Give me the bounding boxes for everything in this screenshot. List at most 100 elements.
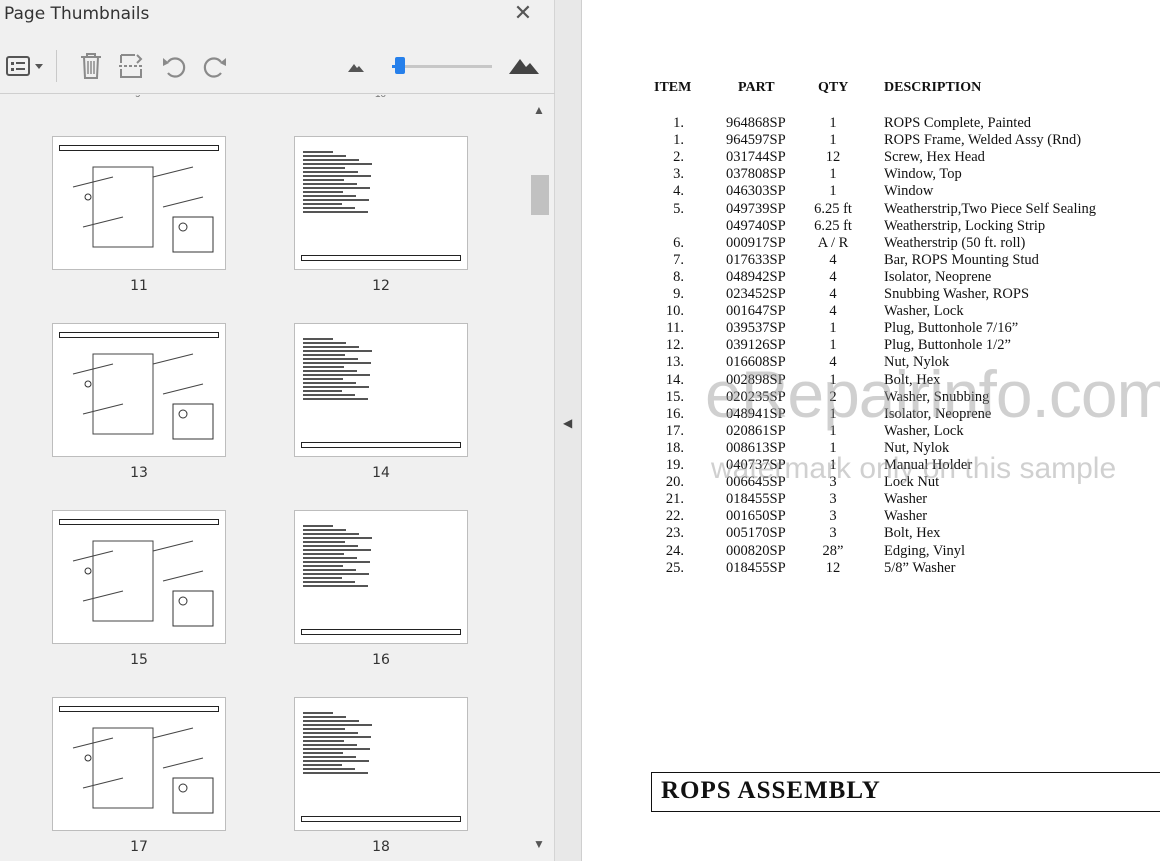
item-number: 22.	[665, 508, 684, 525]
part-description: Washer	[884, 491, 928, 508]
item-number: 14.	[665, 371, 684, 388]
large-mountain-icon	[509, 59, 539, 74]
thumbnail-options-button[interactable]	[4, 50, 46, 82]
small-mountain-icon	[348, 64, 364, 72]
item-number: 11.	[666, 320, 684, 337]
part-description: Screw, Hex Head	[884, 149, 985, 166]
zoom-out-button[interactable]	[344, 50, 368, 82]
item-number: 16.	[665, 405, 684, 422]
pdf-viewer: Page Thumbnails ✕ 11 12 13 14 15 16 17 1…	[0, 0, 1160, 861]
close-panel-button[interactable]: ✕	[512, 2, 534, 25]
parts-row: 8. 048942SP 4 Isolator, Neoprene	[583, 269, 1160, 286]
part-description: ROPS Complete, Painted	[884, 115, 1032, 131]
page-thumbnail[interactable]	[294, 136, 468, 270]
item-number: 7.	[673, 251, 684, 268]
parts-row: 2. 031744SP 12 Screw, Hex Head	[583, 149, 1160, 166]
thumbnail-page-number: 12	[372, 278, 390, 294]
rotate-clockwise-icon	[203, 57, 226, 78]
quantity: 12	[825, 559, 841, 576]
parts-row: 24. 000820SP 28” Edging, Vinyl	[583, 543, 1160, 560]
rotate-left-button[interactable]	[158, 50, 190, 82]
scrollbar-thumb[interactable]	[531, 175, 549, 215]
page-thumbnail[interactable]	[52, 323, 226, 457]
quantity: 1	[829, 115, 837, 131]
parts-row: 25. 018455SP 12 5/8” Washer	[583, 560, 1160, 577]
part-description: Weatherstrip (50 ft. roll)	[884, 234, 1026, 251]
parts-row: 6. 000917SP A / R Weatherstrip (50 ft. roll…	[583, 235, 1160, 252]
part-description: Bolt, Hex	[884, 525, 941, 542]
panel-title: Page Thumbnails	[4, 4, 150, 24]
part-description: Plug, Buttonhole 1/2”	[884, 337, 1011, 354]
item-number: 3.	[673, 166, 684, 183]
item-number: 2.	[673, 149, 684, 166]
document-page: ITEM PART QTY DESCRIPTION 1. 964868SP 1 ROP…	[583, 0, 1160, 861]
page-thumbnail[interactable]	[294, 697, 468, 831]
quantity: 4	[829, 286, 837, 302]
parts-row: 12. 039126SP 1 Plug, Buttonhole 1/2”	[583, 337, 1160, 354]
quantity: 4	[829, 303, 837, 320]
header-qty: QTY	[818, 80, 849, 95]
part-description: Weatherstrip,Two Piece Self Sealing	[884, 200, 1097, 217]
thumbnail-page-number: 18	[372, 839, 390, 855]
panel-splitter[interactable]: ◀	[555, 0, 582, 861]
item-number: 24.	[665, 542, 684, 559]
quantity: 3	[829, 525, 837, 542]
page-thumbnail[interactable]	[294, 323, 468, 457]
quantity: 1	[829, 166, 837, 183]
header-item: ITEM	[654, 80, 692, 95]
quantity: 1	[829, 132, 837, 149]
item-number: 18.	[665, 439, 684, 456]
thumbnail-toolbar	[0, 40, 555, 94]
slider-handle[interactable]	[395, 57, 405, 74]
page-thumbnail[interactable]	[52, 136, 226, 270]
trash-icon	[81, 53, 101, 79]
parts-row: 11. 039537SP 1 Plug, Buttonhole 7/16”	[583, 320, 1160, 337]
quantity: A / R	[817, 234, 849, 251]
watermark-text: eRepairinfo.com	[705, 357, 1160, 431]
extract-pages-icon	[119, 54, 143, 78]
part-description: Plug, Buttonhole 7/16”	[884, 320, 1019, 337]
parts-row: 21. 018455SP 3 Washer	[583, 491, 1160, 508]
toolbar-separator	[56, 50, 57, 82]
thumbnail-list: 9 10 11 12 13 14 15 16 17 18	[0, 95, 530, 861]
scroll-up-arrow[interactable]: ▲	[533, 103, 545, 117]
page-thumbnail[interactable]	[52, 697, 226, 831]
scroll-down-arrow[interactable]: ▼	[533, 837, 545, 851]
parts-row: 23. 005170SP 3 Bolt, Hex	[583, 525, 1160, 542]
thumbnail-page-number: 15	[130, 652, 148, 668]
parts-row: 1. 964868SP 1 ROPS Complete, Painted	[583, 115, 1160, 132]
part-description: Window, Top	[884, 166, 962, 183]
parts-row: 10. 001647SP 4 Washer, Lock	[583, 303, 1160, 320]
zoom-in-button[interactable]	[506, 50, 542, 82]
part-description: ROPS Frame, Welded Assy (Rnd)	[884, 132, 1082, 149]
collapse-panel-arrow[interactable]: ◀	[563, 416, 572, 430]
thumbnail-options-icon	[6, 56, 43, 76]
thumbnail-partial-number: 10	[375, 95, 386, 100]
page-thumbnail[interactable]	[294, 510, 468, 644]
thumbnail-page-number: 16	[372, 652, 390, 668]
quantity: 4	[829, 251, 837, 268]
part-description: Washer	[884, 508, 928, 525]
rotate-right-button[interactable]	[199, 50, 231, 82]
thumbnail-size-slider[interactable]	[392, 57, 492, 74]
part-description: Edging, Vinyl	[884, 542, 966, 559]
header-description: DESCRIPTION	[884, 80, 982, 95]
part-description: Bar, ROPS Mounting Stud	[884, 251, 1039, 268]
parts-row: 5. 049739SP 6.25 ft Weatherstrip,Two Piece …	[583, 201, 1160, 218]
delete-pages-button[interactable]	[76, 50, 106, 82]
item-number: 1.	[673, 115, 684, 131]
part-description: Window	[884, 183, 934, 200]
quantity: 3	[829, 508, 837, 525]
extract-pages-button[interactable]	[116, 50, 146, 82]
page-thumbnail[interactable]	[52, 510, 226, 644]
item-number: 12.	[665, 337, 684, 354]
item-number: 10.	[665, 303, 684, 320]
item-number: 6.	[673, 234, 684, 251]
part-description: 5/8” Washer	[884, 559, 956, 576]
thumbnail-scrollbar[interactable]: ▲ ▼	[530, 95, 550, 861]
item-number: 9.	[673, 286, 684, 302]
page-thumbnails-panel: Page Thumbnails ✕ 11 12 13 14 15 16 17 1…	[0, 0, 555, 861]
parts-row: 3. 037808SP 1 Window, Top	[583, 166, 1160, 183]
quantity: 1	[829, 183, 837, 200]
quantity: 1	[829, 320, 837, 337]
